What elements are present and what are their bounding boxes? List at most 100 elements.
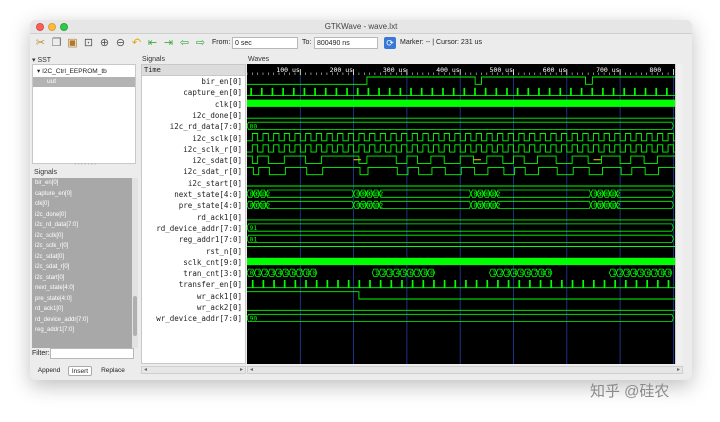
trace-tran_cnt-value: 0 — [250, 269, 254, 277]
list-item[interactable]: reg_addr1[7:0] — [32, 325, 132, 336]
filter-input[interactable] — [50, 348, 134, 359]
trace-reg_addr1-value: 01 — [250, 235, 258, 243]
trace-wr_ack1 — [247, 291, 675, 300]
trace-tran_cnt-value: 4 — [513, 269, 517, 277]
signal-name[interactable]: capture_en[0] — [142, 87, 242, 98]
signal-name[interactable]: i2c_start[0] — [142, 178, 242, 189]
marker-cursor-readout: Marker: -- | Cursor: 231 us — [400, 39, 482, 46]
list-item[interactable]: capture_en[0] — [32, 189, 132, 200]
trace-tran_cnt-value: 0 — [547, 269, 551, 277]
signal-name[interactable]: pre_state[4:0] — [142, 200, 242, 211]
signal-name[interactable]: i2c_done[0] — [142, 110, 242, 121]
signal-name[interactable]: wr_ack1[0] — [142, 291, 242, 302]
list-item[interactable]: i2c_sclk[0] — [32, 231, 132, 242]
signal-name[interactable]: bir_en[0] — [142, 76, 242, 87]
sst-header[interactable]: ▾ SST — [32, 56, 51, 64]
signals-list-scrollbar[interactable] — [132, 178, 138, 348]
signal-name[interactable]: rd_ack1[0] — [142, 212, 242, 223]
go-start-icon[interactable]: ⇤ — [146, 37, 159, 50]
trace-sclk_cnt — [247, 257, 675, 266]
trace-tran_cnt-value: 2 — [499, 269, 503, 277]
copy-icon[interactable]: ❐ — [50, 37, 63, 50]
tree-item-uut[interactable]: uut — [33, 77, 135, 87]
trace-i2c_sclk — [247, 133, 675, 142]
step-forward-icon[interactable]: ⇨ — [194, 37, 207, 50]
trace-bir_en — [247, 76, 675, 85]
signal-name[interactable]: rst_n[0] — [142, 246, 242, 257]
scroll-right-icon[interactable]: ▸ — [240, 367, 243, 374]
scroll-left-icon[interactable]: ◂ — [144, 367, 147, 374]
list-item[interactable]: next_state[4:0] — [32, 283, 132, 294]
trace-pre_state — [378, 200, 472, 209]
time-row-label: Time — [142, 65, 245, 76]
signal-name[interactable]: i2c_rd_data[7:0] — [142, 121, 242, 132]
cut-icon[interactable]: ✂ — [34, 37, 47, 50]
ruler-label: 500 us — [490, 66, 514, 74]
signal-name[interactable]: sclk_cnt[9:0] — [142, 257, 242, 268]
signal-name[interactable]: reg_addr1[7:0] — [142, 234, 242, 245]
pane-splitter[interactable]: ······· — [74, 161, 97, 168]
zoom-fit-icon[interactable]: ⊡ — [82, 37, 95, 50]
waves-pane[interactable]: 100 us 200 us 300 us 400 us 500 us 600 us 700 … — [247, 64, 675, 364]
signal-name[interactable]: wr_ack2[0] — [142, 302, 242, 313]
scroll-right-icon[interactable]: ▸ — [677, 367, 680, 374]
watermark: 知乎 @硅农 — [590, 383, 670, 400]
trace-tran_cnt-value: 1 — [492, 269, 496, 277]
go-end-icon[interactable]: ⇥ — [162, 37, 175, 50]
undo-zoom-icon[interactable]: ↶ — [130, 37, 143, 50]
signal-name[interactable]: transfer_en[0] — [142, 279, 242, 290]
list-item[interactable]: rd_ack1[0] — [32, 304, 132, 315]
zoom-out-icon[interactable]: ⊖ — [114, 37, 127, 50]
trace-tran_cnt-value: 3 — [389, 269, 393, 277]
signal-name[interactable]: next_state[4:0] — [142, 189, 242, 200]
list-item[interactable]: rd_device_addr[7:0] — [32, 315, 132, 326]
zoom-in-icon[interactable]: ⊕ — [98, 37, 111, 50]
signal-name[interactable]: i2c_sdat[0] — [142, 155, 242, 166]
from-time-input[interactable] — [232, 37, 298, 49]
paste-icon[interactable]: ▣ — [66, 37, 79, 50]
trace-i2c_rd_data-value: 00 — [250, 122, 258, 130]
list-item[interactable]: i2c_sclk_r[0] — [32, 241, 132, 252]
signal-name[interactable]: rd_device_addr[7:0] — [142, 223, 242, 234]
signal-name[interactable]: clk[0] — [142, 99, 242, 110]
signal-name[interactable]: tran_cnt[3:0] — [142, 268, 242, 279]
trace-tran_cnt-value: 1 — [257, 269, 261, 277]
signals-hscrollbar[interactable]: ◂ ▸ — [141, 366, 246, 374]
signal-name[interactable]: i2c_sclk_r[0] — [142, 144, 242, 155]
scrollbar-thumb[interactable] — [133, 296, 137, 336]
append-button[interactable]: Append — [36, 366, 62, 376]
scroll-left-icon[interactable]: ◂ — [250, 367, 253, 374]
list-item[interactable]: i2c_sdat_r[0] — [32, 262, 132, 273]
step-back-icon[interactable]: ⇦ — [178, 37, 191, 50]
waves-hscrollbar[interactable]: ◂ ▸ — [247, 366, 683, 374]
trace-i2c_sclk_r — [247, 144, 675, 153]
list-item[interactable]: pre_state[4:0] — [32, 294, 132, 305]
waveform-canvas[interactable]: 100 us 200 us 300 us 400 us 500 us 600 us 700 … — [247, 64, 675, 364]
signal-name[interactable]: i2c_sdat_r[0] — [142, 166, 242, 177]
list-item[interactable]: clk[0] — [32, 199, 132, 210]
signal-name[interactable]: wr_device_addr[7:0] — [142, 313, 242, 324]
ruler-label: 400 us — [436, 66, 460, 74]
signal-name[interactable]: i2c_sclk[0] — [142, 133, 242, 144]
list-item[interactable]: i2c_done[0] — [32, 210, 132, 221]
list-item[interactable]: i2c_start[0] — [32, 273, 132, 284]
trace-tran_cnt-value: 6 — [647, 269, 651, 277]
trace-i2c_sdat — [247, 155, 675, 164]
list-item[interactable]: i2c_rd_data[7:0] — [32, 220, 132, 231]
trace-transfer_en — [247, 279, 675, 289]
reload-icon[interactable]: ⟳ — [384, 37, 396, 49]
ruler-label: 200 us — [330, 66, 354, 74]
waves-vscrollbar[interactable] — [675, 64, 683, 364]
ruler-label: 100 us — [276, 66, 300, 74]
trace-tran_cnt-value: 5 — [402, 269, 406, 277]
insert-button[interactable]: Insert — [68, 366, 92, 376]
list-item[interactable]: bir_en[0] — [32, 178, 132, 189]
trace-tran_cnt-value: 5 — [520, 269, 524, 277]
trace-tran_cnt-value: 6 — [409, 269, 413, 277]
list-item[interactable]: i2c_sdat[0] — [32, 252, 132, 263]
tree-item-tb[interactable]: ▾ I2C_Ctrl_EEPROM_tb — [33, 67, 135, 77]
trace-wr_device_addr-value: 90 — [250, 314, 258, 322]
to-time-input[interactable] — [314, 37, 378, 49]
waves-pane-header: Waves — [248, 56, 270, 63]
replace-button[interactable]: Replace — [98, 366, 128, 376]
